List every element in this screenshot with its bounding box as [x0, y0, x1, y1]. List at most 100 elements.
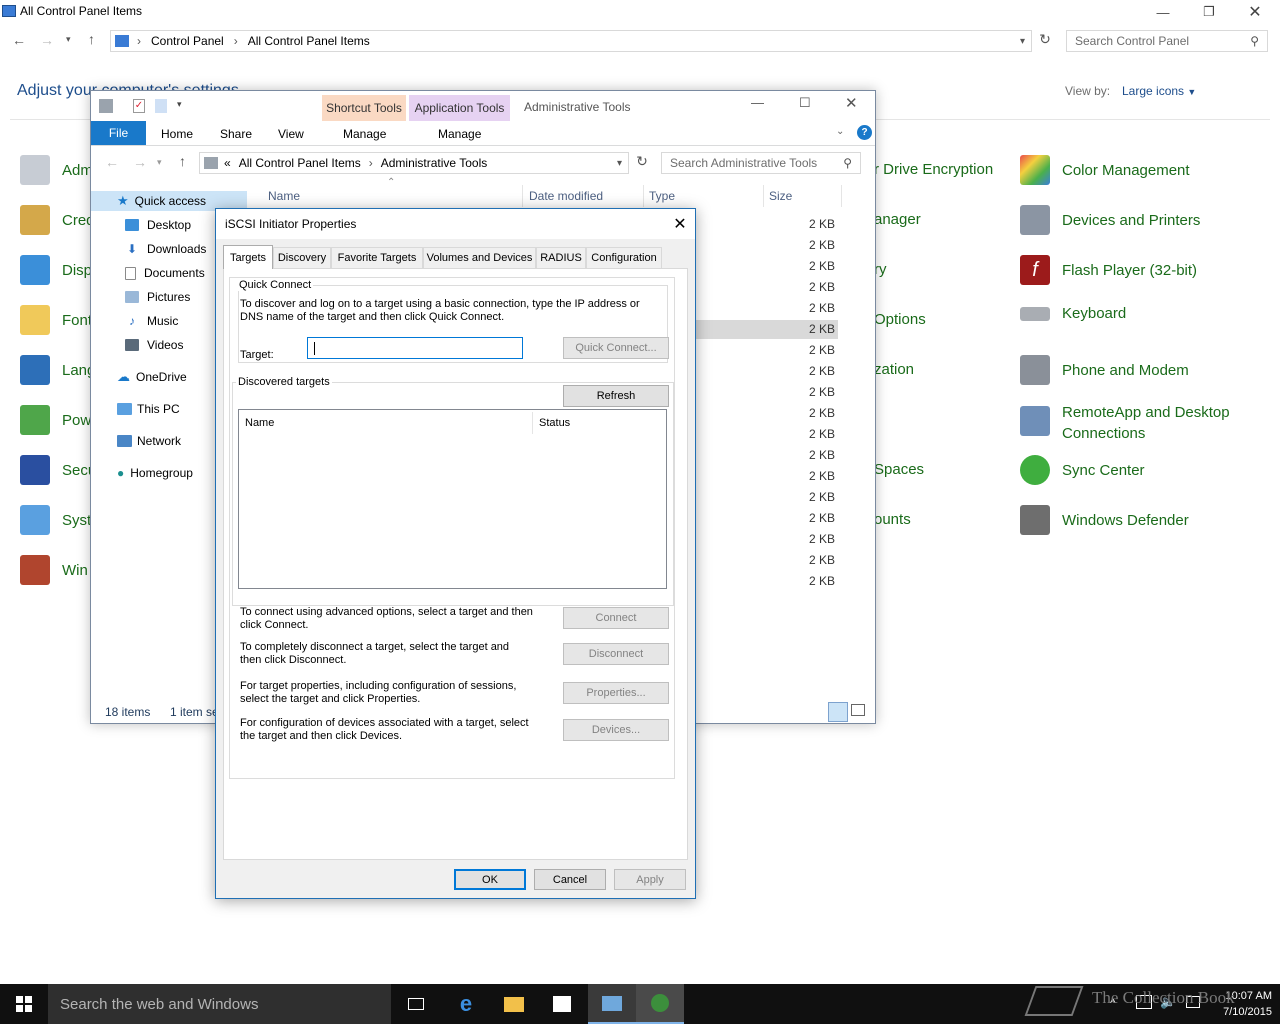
disconnect-button[interactable]: Disconnect: [563, 643, 669, 665]
cp-item-remoteapp[interactable]: RemoteApp and Desktop Connections: [1020, 402, 1260, 444]
close-button[interactable]: ✕: [845, 94, 858, 112]
new-folder-icon[interactable]: [155, 99, 167, 113]
chevron-down-icon[interactable]: ▾: [1020, 36, 1025, 47]
cp-item-security[interactable]: Secu: [20, 455, 96, 485]
tab-discovery[interactable]: Discovery: [273, 247, 331, 268]
column-header-type[interactable]: Type: [649, 189, 675, 203]
cp-item-color-management[interactable]: Color Management: [1020, 155, 1190, 185]
dialog-close-button[interactable]: ✕: [668, 213, 692, 235]
cp-item-personalization[interactable]: zation: [874, 361, 914, 378]
list-column-status[interactable]: Status: [539, 417, 570, 430]
nav-videos[interactable]: Videos: [125, 334, 183, 356]
nav-onedrive[interactable]: ☁ OneDrive: [117, 366, 187, 388]
cp-item-windows-firewall[interactable]: Win: [20, 555, 88, 585]
connect-button[interactable]: Connect: [563, 607, 669, 629]
tab-targets[interactable]: Targets: [223, 245, 273, 269]
cp-item-display[interactable]: Disp: [20, 255, 92, 285]
application-tools-context-tab[interactable]: Application Tools: [409, 95, 510, 121]
tab-home[interactable]: Home: [161, 127, 193, 141]
cp-item-storage-spaces[interactable]: Spaces: [874, 461, 924, 478]
breadcrumb-item[interactable]: Administrative Tools: [381, 156, 488, 170]
maximize-button[interactable]: ❐: [1186, 2, 1232, 22]
up-arrow-icon[interactable]: ↑: [179, 153, 186, 169]
cp-item-language[interactable]: Lang: [20, 355, 95, 385]
forward-arrow-icon[interactable]: →: [133, 154, 147, 170]
taskbar-iscsi[interactable]: [636, 984, 684, 1024]
task-view-button[interactable]: [392, 984, 440, 1024]
cp-item-sync-center[interactable]: Sync Center: [1020, 455, 1145, 485]
refresh-icon[interactable]: ↻: [632, 153, 652, 173]
recent-dropdown-icon[interactable]: ▾: [66, 34, 71, 45]
forward-arrow-icon[interactable]: →: [40, 32, 54, 48]
properties-button[interactable]: Properties...: [563, 682, 669, 704]
devices-button[interactable]: Devices...: [563, 719, 669, 741]
breadcrumb-item[interactable]: Control Panel: [151, 34, 224, 48]
cp-item-bitlocker[interactable]: r Drive Encryption: [874, 161, 993, 178]
discovered-targets-list[interactable]: Name Status: [238, 409, 667, 589]
column-header-date[interactable]: Date modified: [529, 189, 603, 203]
nav-quick-access[interactable]: ★ Quick access: [117, 190, 206, 212]
cp-item-device-manager[interactable]: anager: [874, 211, 921, 228]
cancel-button[interactable]: Cancel: [534, 869, 606, 890]
taskbar-file-explorer[interactable]: [490, 984, 538, 1024]
column-header-size[interactable]: Size: [769, 189, 792, 203]
target-input[interactable]: [307, 337, 523, 359]
cp-item-windows-defender[interactable]: Windows Defender: [1020, 505, 1189, 535]
taskbar-store[interactable]: [538, 984, 586, 1024]
tab-view[interactable]: View: [278, 127, 304, 141]
nav-network[interactable]: Network: [117, 430, 181, 452]
cp-item-system[interactable]: Syst: [20, 505, 91, 535]
address-bar[interactable]: › Control Panel › All Control Panel Item…: [110, 30, 1032, 52]
minimize-button[interactable]: —: [751, 95, 764, 110]
cp-item-phone-modem[interactable]: Phone and Modem: [1020, 355, 1189, 385]
breadcrumb-item[interactable]: All Control Panel Items: [239, 156, 361, 170]
column-header-name[interactable]: Name: [268, 189, 300, 203]
tab-volumes-devices[interactable]: Volumes and Devices: [423, 247, 536, 268]
apply-button[interactable]: Apply: [614, 869, 686, 890]
file-tab[interactable]: File: [91, 121, 146, 145]
nav-downloads[interactable]: ⬇ Downloads: [125, 238, 206, 260]
details-view-button[interactable]: [828, 702, 848, 722]
nav-music[interactable]: ♪ Music: [125, 310, 178, 332]
tab-manage-shortcut[interactable]: Manage: [343, 127, 386, 141]
help-icon[interactable]: ?: [857, 125, 872, 140]
customize-qat-icon[interactable]: ▾: [177, 99, 182, 110]
nav-documents[interactable]: Documents: [125, 262, 205, 284]
nav-this-pc[interactable]: This PC: [117, 398, 180, 420]
shortcut-tools-context-tab[interactable]: Shortcut Tools: [322, 95, 406, 121]
cp-item-options[interactable]: Options: [874, 311, 926, 328]
tab-radius[interactable]: RADIUS: [536, 247, 586, 268]
start-button[interactable]: [0, 984, 48, 1024]
nav-desktop[interactable]: Desktop: [125, 214, 191, 236]
chevron-down-icon[interactable]: ▾: [617, 158, 622, 169]
refresh-icon[interactable]: ↻: [1035, 31, 1055, 51]
cp-item-fonts[interactable]: Font: [20, 305, 92, 335]
nav-pictures[interactable]: Pictures: [125, 286, 190, 308]
cp-item-user-accounts[interactable]: ounts: [874, 511, 911, 528]
list-column-name[interactable]: Name: [245, 417, 274, 430]
taskbar-control-panel[interactable]: [588, 984, 636, 1024]
refresh-button[interactable]: Refresh: [563, 385, 669, 407]
view-by-dropdown[interactable]: Large icons ▼: [1122, 84, 1196, 98]
nav-homegroup[interactable]: ● Homegroup: [117, 462, 193, 484]
minimize-button[interactable]: —: [1140, 2, 1186, 22]
properties-icon[interactable]: ✓: [133, 99, 145, 113]
back-arrow-icon[interactable]: ←: [12, 32, 26, 48]
tab-share[interactable]: Share: [220, 127, 252, 141]
ok-button[interactable]: OK: [454, 869, 526, 890]
recent-dropdown-icon[interactable]: ▾: [157, 157, 162, 168]
tab-configuration[interactable]: Configuration: [586, 247, 662, 268]
taskbar-edge[interactable]: e: [442, 984, 490, 1024]
close-button[interactable]: ✕: [1232, 2, 1278, 22]
overflow-breadcrumb[interactable]: «: [224, 156, 231, 170]
cp-item-flash-player[interactable]: f Flash Player (32-bit): [1020, 255, 1197, 285]
cp-item-administrative-tools[interactable]: Adm: [20, 155, 93, 185]
cp-item-keyboard[interactable]: Keyboard: [1020, 305, 1126, 322]
expand-ribbon-icon[interactable]: ⌄: [836, 126, 844, 137]
back-arrow-icon[interactable]: ←: [105, 154, 119, 170]
maximize-button[interactable]: ☐: [799, 95, 811, 111]
cp-item-devices-printers[interactable]: Devices and Printers: [1020, 205, 1200, 235]
tab-manage-application[interactable]: Manage: [438, 127, 481, 141]
search-input[interactable]: Search Control Panel ⚲: [1066, 30, 1268, 52]
cp-item-power-options[interactable]: Pow: [20, 405, 91, 435]
